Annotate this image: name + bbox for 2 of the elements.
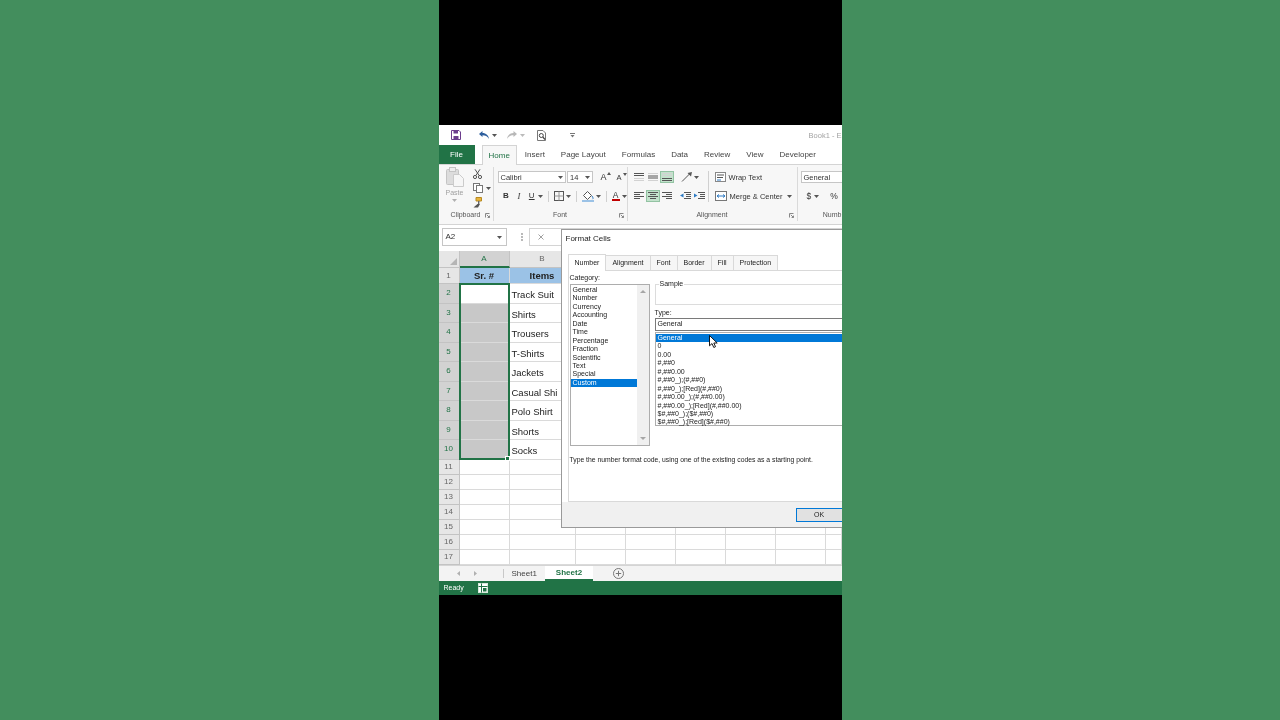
- table-cell: Sr. #: [459, 268, 510, 284]
- dialog-title: Format Cells: [565, 234, 611, 244]
